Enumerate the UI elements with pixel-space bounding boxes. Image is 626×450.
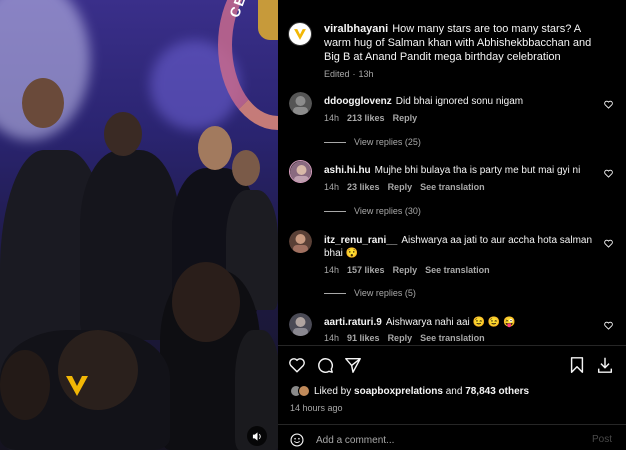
person-head (104, 112, 142, 156)
replies-line (324, 210, 346, 212)
comment-likes[interactable]: 91 likes (347, 333, 380, 343)
reply-button[interactable]: Reply (393, 265, 418, 275)
person-head (172, 262, 240, 342)
comment-likes[interactable]: 213 likes (347, 113, 385, 123)
person-head (22, 78, 64, 128)
commenter-username[interactable]: ddoogglovenz (324, 96, 392, 107)
avatar-image-icon (289, 313, 312, 336)
view-replies-label: View replies (5) (354, 288, 416, 298)
person-head (232, 150, 260, 186)
download-icon[interactable] (596, 356, 614, 374)
likes-and: and (445, 385, 463, 397)
comment-age: 14h (324, 265, 340, 275)
view-replies-label: View replies (30) (354, 206, 421, 216)
reply-button[interactable]: Reply (393, 113, 418, 123)
commenter-avatar[interactable] (289, 92, 312, 115)
edited-label: Edited · 13h (324, 69, 610, 79)
post-comment-button[interactable]: Post (592, 434, 612, 445)
person-head (0, 350, 50, 420)
comment-bubble-icon[interactable] (316, 356, 334, 374)
comment-age: 14h (324, 113, 340, 123)
add-comment-input[interactable] (316, 431, 576, 449)
author-avatar[interactable] (288, 22, 312, 46)
comment-age: 14h (324, 182, 340, 192)
share-paper-plane-icon[interactable] (344, 356, 362, 374)
comment-text: Did bhai ignored sonu nigam (395, 96, 524, 107)
post-timestamp[interactable]: 14 hours ago (290, 403, 343, 413)
like-comment-heart-icon[interactable] (604, 169, 613, 178)
save-bookmark-icon[interactable] (568, 356, 586, 374)
likes-summary[interactable]: Liked by soapboxprelations and 78,843 ot… (290, 385, 529, 397)
comment-composer: Post (278, 424, 626, 450)
comment-meta: 14h 157 likes Reply See translation (324, 265, 498, 275)
speaker-icon (252, 431, 261, 441)
reply-button[interactable]: Reply (388, 182, 413, 192)
viral-bhayani-logo-icon (294, 29, 306, 40)
like-heart-icon[interactable] (288, 356, 306, 374)
reply-button[interactable]: Reply (388, 333, 413, 343)
dot-separator: · (352, 69, 356, 79)
liker-username[interactable]: soapboxprelations (354, 386, 443, 397)
see-translation-button[interactable]: See translation (420, 182, 485, 192)
like-comment-heart-icon[interactable] (604, 321, 613, 330)
post-caption: viralbhayani How many stars are too many … (278, 0, 626, 88)
emoji-picker-icon[interactable] (290, 433, 304, 447)
mute-toggle-button[interactable] (247, 426, 267, 446)
comment-age: 14h (324, 333, 340, 343)
likes-count[interactable]: 78,843 others (465, 386, 529, 397)
liker-avatar (298, 385, 310, 397)
comment-meta: 14h 91 likes Reply See translation (324, 333, 493, 343)
see-translation-button[interactable]: See translation (425, 265, 490, 275)
likes-text: Liked by soapboxprelations and 78,843 ot… (314, 386, 529, 397)
commenter-avatar[interactable] (289, 160, 312, 183)
view-replies-button[interactable]: View replies (5) (324, 288, 416, 298)
author-username[interactable]: viralbhayani (324, 23, 388, 35)
view-replies-label: View replies (25) (354, 137, 421, 147)
comment-likes[interactable]: 23 likes (347, 182, 380, 192)
comment-body: ddoogglovenz Did bhai ignored sonu nigam (324, 95, 596, 108)
comment-body: aarti.raturi.9 Aishwarya nahi aai 😉 😉 😜 (324, 316, 596, 329)
comment-likes[interactable]: 157 likes (347, 265, 385, 275)
commenter-username[interactable]: itz_renu_rani__ (324, 235, 397, 246)
view-replies-button[interactable]: View replies (30) (324, 206, 421, 216)
see-translation-button[interactable]: See translation (420, 333, 485, 343)
view-replies-button[interactable]: View replies (25) (324, 137, 421, 147)
post-action-bar (278, 345, 626, 383)
commenter-username[interactable]: aarti.raturi.9 (324, 317, 382, 328)
person-head (198, 126, 232, 170)
replies-line (324, 141, 346, 143)
avatar-image-icon (289, 92, 312, 115)
backdrop-gold-panel (258, 0, 278, 40)
edited-age: 13h (358, 69, 374, 79)
commenter-avatar[interactable] (289, 230, 312, 253)
avatar-image-icon (290, 161, 311, 182)
commenter-avatar[interactable] (289, 313, 312, 336)
comment-meta: 14h 23 likes Reply See translation (324, 182, 493, 192)
caption-text: viralbhayani How many stars are too many … (324, 22, 610, 64)
likes-prefix: Liked by (314, 385, 352, 397)
like-comment-heart-icon[interactable] (604, 239, 613, 248)
comment-text: Mujhe bhi bulaya tha is party me but mai… (374, 165, 581, 176)
post-side-panel: viralbhayani How many stars are too many … (278, 0, 626, 450)
replies-line (324, 292, 346, 294)
edited-text: Edited (324, 69, 350, 79)
watermark-logo-icon (66, 376, 88, 396)
comment-body: ashi.hi.hu Mujhe bhi bulaya tha is party … (324, 164, 596, 177)
post-media-video[interactable]: CELE (0, 0, 278, 450)
commenter-username[interactable]: ashi.hi.hu (324, 165, 371, 176)
like-comment-heart-icon[interactable] (604, 100, 613, 109)
comment-meta: 14h 213 likes Reply (324, 113, 425, 123)
avatar-image-icon (289, 230, 312, 253)
comment-body: itz_renu_rani__ Aishwarya aa jati to aur … (324, 234, 596, 260)
comment-text: Aishwarya nahi aai 😉 😉 😜 (385, 317, 516, 328)
person-head (58, 330, 138, 410)
